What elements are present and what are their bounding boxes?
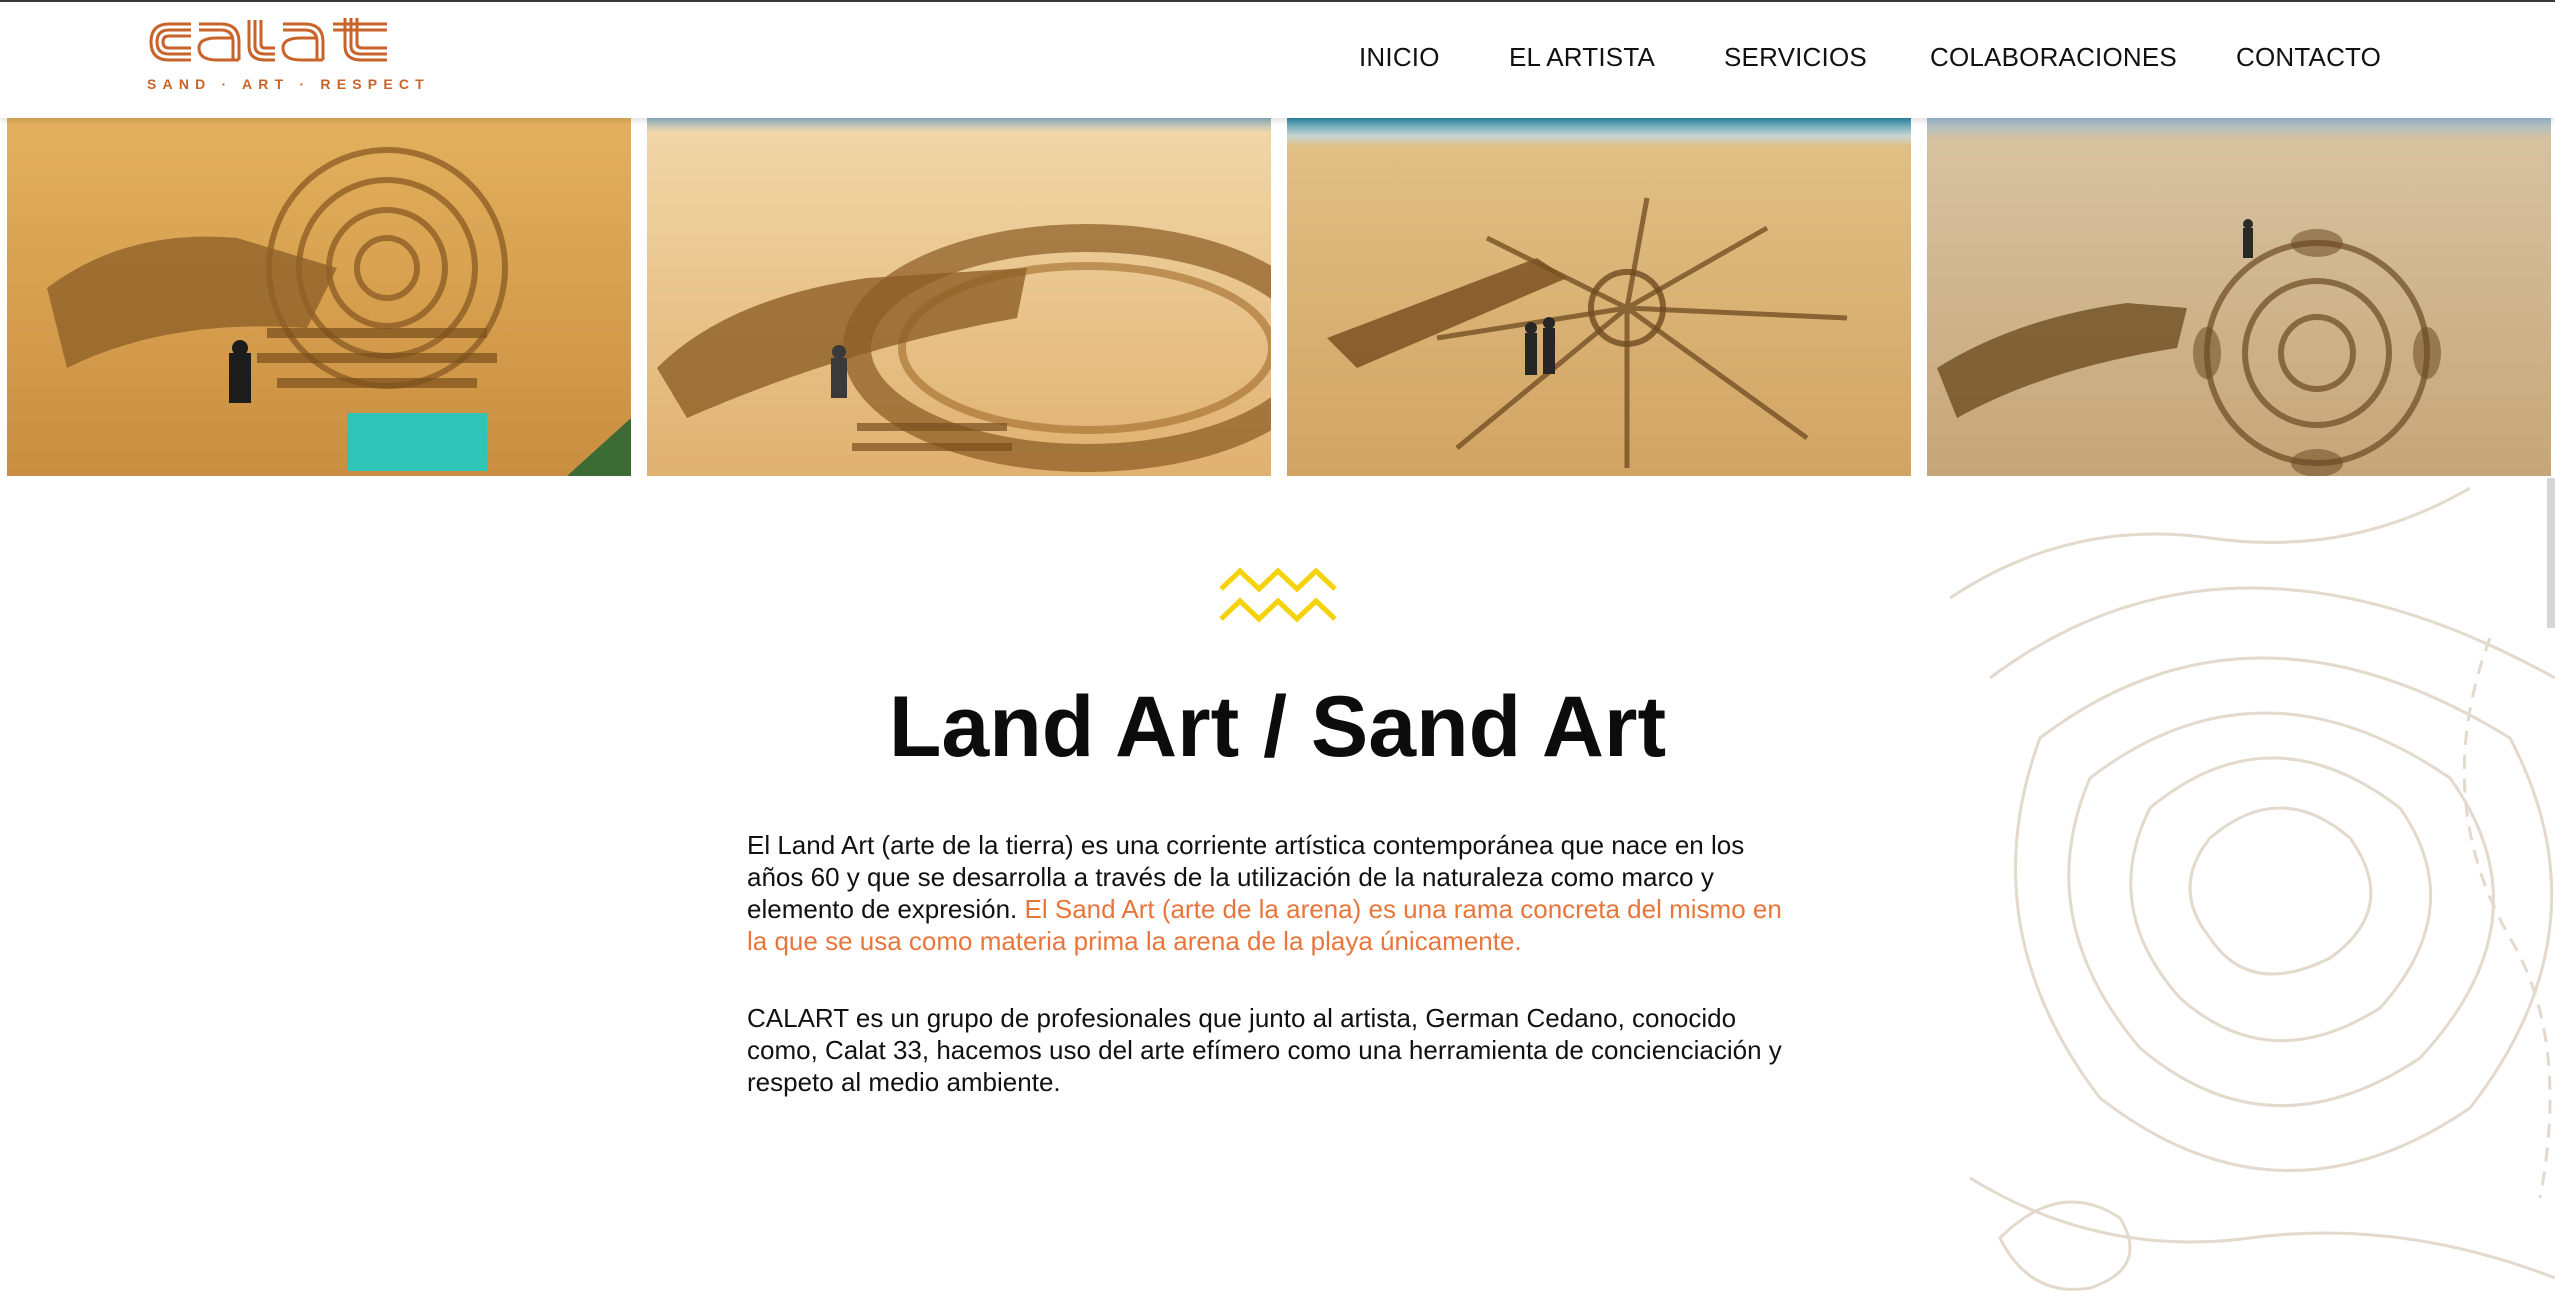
photo-gallery (0, 118, 2555, 478)
nav-contacto[interactable]: CONTACTO (2236, 42, 2381, 73)
sand-art-photo-avant[interactable] (7, 118, 631, 476)
sand-art-photo-mandala-ring[interactable] (647, 118, 1271, 476)
calat-logo[interactable]: SAND · ART · RESPECT (147, 16, 430, 100)
sand-art-photo-basket[interactable] (1287, 118, 1911, 476)
nav-colaboraciones[interactable]: COLABORACIONES (1930, 42, 2177, 73)
site-header: SAND · ART · RESPECT INICIO EL ARTISTA S… (0, 2, 2555, 118)
section-title: Land Art / Sand Art (888, 679, 1667, 775)
nav-inicio[interactable]: INICIO (1359, 42, 1440, 73)
nav-el-artista[interactable]: EL ARTISTA (1509, 42, 1655, 73)
logo-wordmark (149, 18, 387, 62)
nav-servicios[interactable]: SERVICIOS (1724, 42, 1867, 73)
topographic-decoration (1949, 478, 2555, 1305)
intro-paragraph: El Land Art (arte de la tierra) es una c… (747, 829, 1807, 957)
zigzag-wave-icon (1219, 565, 1337, 625)
logo-tagline: SAND · ART · RESPECT (147, 76, 430, 92)
calart-paragraph: CALART es un grupo de profesionales que … (747, 1003, 1782, 1097)
sand-art-photo-flower-mandala[interactable] (1927, 118, 2551, 476)
